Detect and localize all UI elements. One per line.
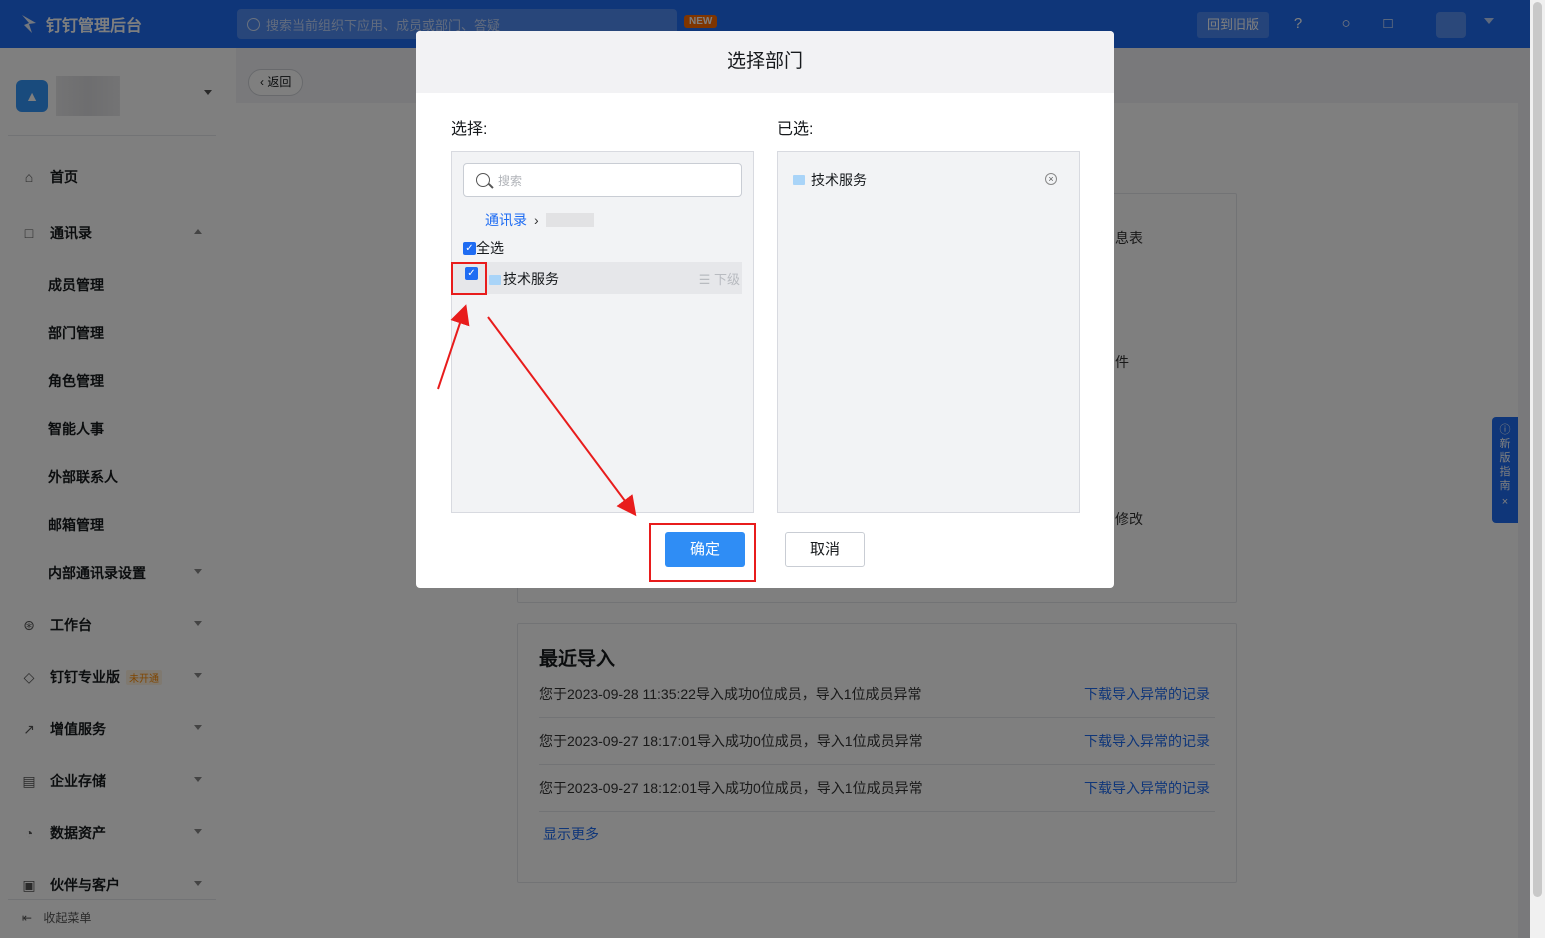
sub-level-button[interactable]: ☰ 下级	[699, 269, 740, 288]
search-icon	[476, 173, 490, 187]
breadcrumb: 通讯录 ›	[485, 210, 594, 230]
list-item[interactable]: ✓ 技术服务 ☰ 下级	[453, 262, 742, 294]
select-department-dialog: 选择部门 选择: 已选: 搜索 通讯录 › ✓ 全选 ✓ 技术服务 ☰ 下级 技…	[416, 31, 1114, 588]
folder-icon	[793, 175, 805, 185]
breadcrumb-root-link[interactable]: 通讯录	[485, 210, 527, 230]
folder-icon	[489, 275, 501, 285]
checkbox-checked-icon: ✓	[463, 241, 476, 255]
selected-item: 技术服务	[793, 170, 867, 190]
sub-level-label: 下级	[713, 272, 740, 287]
select-label: 选择:	[451, 121, 488, 138]
search-placeholder: 搜索	[498, 173, 523, 188]
chevron-right-icon: ›	[534, 212, 539, 228]
cancel-button[interactable]: 取消	[785, 532, 865, 567]
scrollbar-thumb[interactable]	[1533, 2, 1542, 897]
highlight-box-confirm	[649, 523, 756, 582]
selected-panel: 技术服务 ×	[777, 151, 1080, 513]
select-all-checkbox[interactable]: ✓ 全选	[463, 238, 504, 258]
breadcrumb-org-redacted	[545, 213, 594, 227]
remove-selected-close-icon[interactable]: ×	[1045, 173, 1057, 185]
selected-label: 已选:	[777, 121, 814, 138]
dept-name: 技术服务	[503, 271, 559, 287]
selected-item-name: 技术服务	[811, 172, 867, 188]
select-all-label: 全选	[476, 240, 504, 256]
department-picker-panel: 搜索 通讯录 › ✓ 全选 ✓ 技术服务 ☰ 下级	[451, 151, 754, 513]
highlight-box-checkbox	[451, 262, 487, 295]
dialog-title: 选择部门	[416, 31, 1114, 93]
department-search-input[interactable]: 搜索	[463, 163, 742, 197]
